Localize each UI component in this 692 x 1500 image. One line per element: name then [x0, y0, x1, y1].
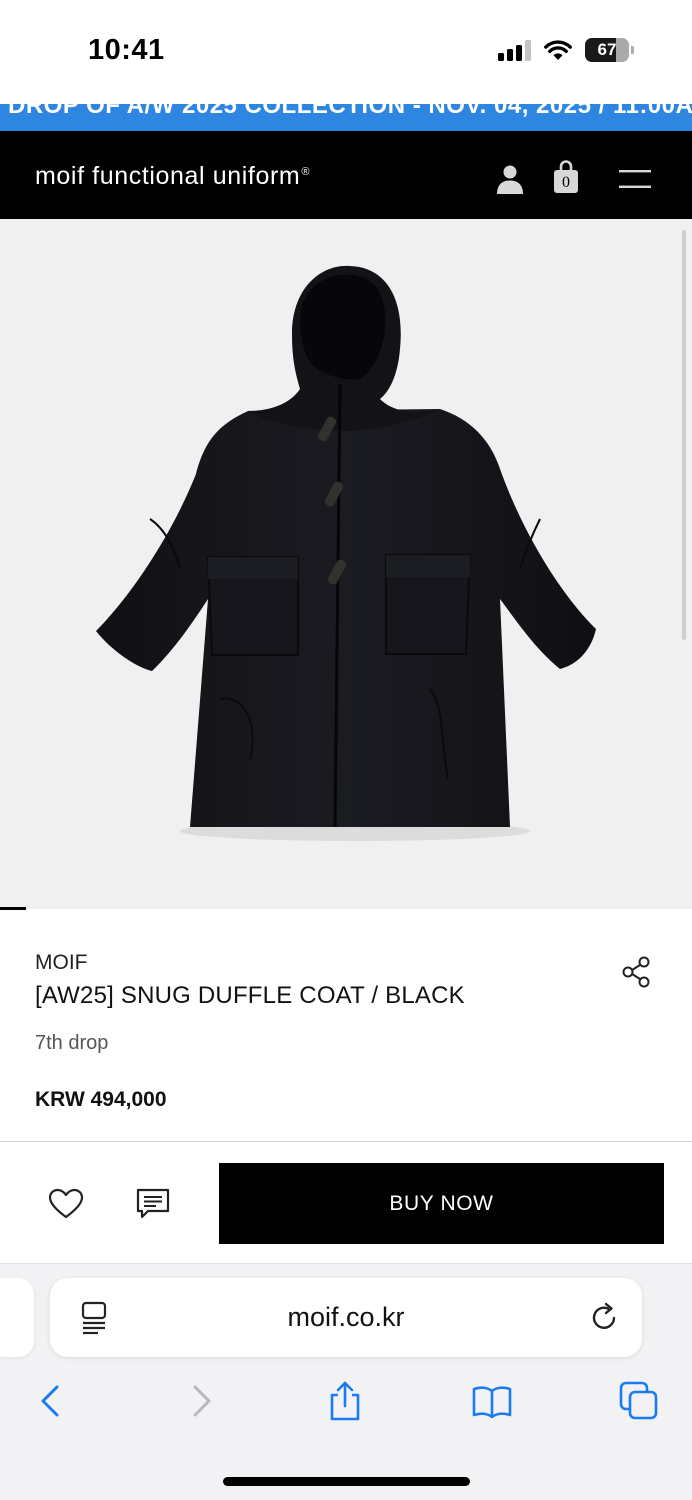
drop-label: 7th drop: [35, 1032, 109, 1054]
black-duffle-coat-photo: [96, 265, 596, 841]
home-indicator[interactable]: [223, 1477, 470, 1486]
section-divider: [0, 1141, 692, 1142]
product-image-gallery[interactable]: [0, 219, 692, 910]
buy-now-button[interactable]: BUY NOW: [219, 1163, 664, 1244]
product-price: KRW 494,000: [35, 1088, 167, 1111]
registered-mark: ®: [301, 165, 311, 178]
share-sheet-icon[interactable]: [323, 1379, 367, 1423]
review-chat-icon[interactable]: [134, 1186, 172, 1222]
reload-icon[interactable]: [588, 1301, 620, 1333]
status-time: 10:41: [88, 34, 165, 66]
tabs-icon[interactable]: [617, 1379, 661, 1423]
brand-name: moif functional uniform: [35, 162, 301, 190]
forward-icon[interactable]: [179, 1379, 223, 1423]
cellular-signal-icon: [498, 39, 531, 61]
brand-logo[interactable]: moif functional uniform®: [35, 162, 310, 191]
status-indicators: 67: [498, 38, 634, 62]
announcement-text: DROP OF A/W 2025 COLLECTION - NOV. 04, 2…: [8, 104, 692, 119]
status-bar: 10:41 67: [0, 0, 692, 104]
wifi-icon: [544, 40, 572, 60]
address-bar[interactable]: moif.co.kr: [50, 1278, 642, 1357]
announcement-banner[interactable]: DROP OF A/W 2025 COLLECTION - NOV. 04, 2…: [0, 104, 692, 131]
product-title: [AW25] SNUG DUFFLE COAT / BLACK: [35, 982, 465, 1009]
product-brand[interactable]: MOIF: [35, 951, 88, 975]
shopping-bag-button[interactable]: 0: [553, 160, 579, 194]
page-scrollbar[interactable]: [682, 230, 686, 640]
cart-count: 0: [562, 174, 570, 191]
battery-icon: 67: [585, 38, 629, 62]
heart-icon[interactable]: [47, 1185, 85, 1223]
back-icon[interactable]: [29, 1379, 73, 1423]
bookmarks-icon[interactable]: [470, 1379, 514, 1423]
hamburger-menu-icon[interactable]: [619, 169, 651, 189]
url-text: moif.co.kr: [287, 1302, 405, 1332]
previous-tab-preview[interactable]: [0, 1278, 34, 1357]
battery-nub: [631, 46, 634, 54]
gallery-slide-indicator: [0, 907, 26, 910]
share-icon[interactable]: [620, 955, 652, 989]
user-icon[interactable]: [496, 164, 524, 194]
battery-percent: 67: [597, 40, 617, 59]
site-header: moif functional uniform® 0: [0, 131, 692, 219]
